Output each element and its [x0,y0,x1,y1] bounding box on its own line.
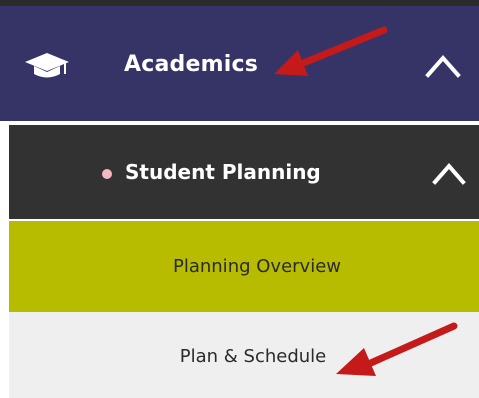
menu-item-academics[interactable]: Academics [0,6,479,121]
graduation-cap-icon [25,53,69,78]
menu-item-student-planning-label: Student Planning [125,160,321,184]
indent-border [0,125,9,219]
menu-item-planning-overview-label: Planning Overview [172,256,341,277]
bullet-icon [102,169,112,179]
menu-item-academics-label: Academics [124,52,258,77]
annotation-arrow-icon [274,26,388,76]
chevron-up-icon[interactable] [431,158,467,186]
annotation-arrow-icon [336,322,458,376]
chevron-up-icon[interactable] [424,50,462,80]
menu-item-planning-overview[interactable]: Planning Overview [9,221,479,312]
navigation-menu: Academics Student Planning Planning Over… [0,0,479,398]
menu-item-student-planning[interactable]: Student Planning [9,125,479,219]
